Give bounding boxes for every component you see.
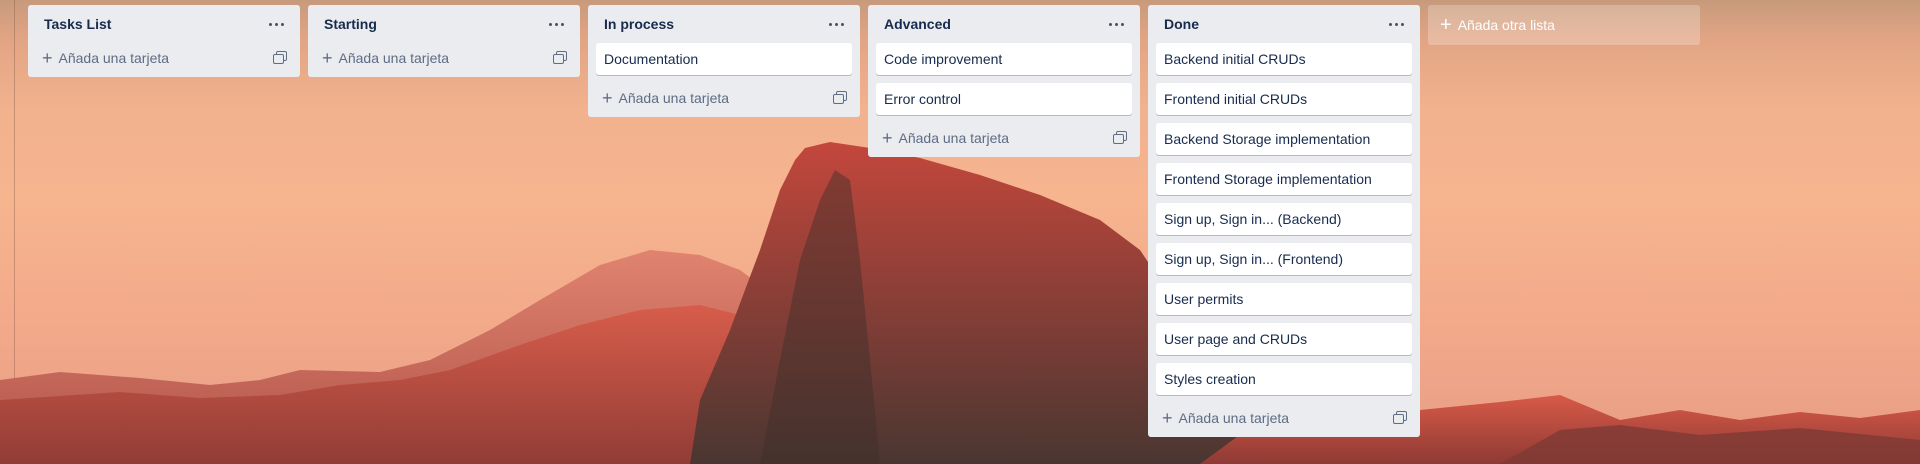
list-header: Advanced xyxy=(876,5,1132,43)
add-list-label: Añada otra lista xyxy=(1457,17,1555,33)
card[interactable]: User page and CRUDs xyxy=(1156,323,1412,355)
add-card-label: Añada una tarjeta xyxy=(618,90,730,106)
add-card-composer: + Añada una tarjeta xyxy=(1156,403,1412,433)
plus-icon: + xyxy=(42,48,53,68)
ellipsis-icon[interactable] xyxy=(824,12,848,36)
list-header: Starting xyxy=(316,5,572,43)
plus-icon: + xyxy=(1162,408,1173,428)
list-title[interactable]: Starting xyxy=(324,16,377,32)
card[interactable]: Backend Storage implementation xyxy=(1156,123,1412,155)
card-template-icon[interactable] xyxy=(1112,130,1128,146)
ellipsis-icon[interactable] xyxy=(264,12,288,36)
list-in-process: In process Documentation + Añada una tar… xyxy=(588,5,860,117)
card[interactable]: Frontend initial CRUDs xyxy=(1156,83,1412,115)
ellipsis-icon[interactable] xyxy=(544,12,568,36)
add-card-composer: + Añada una tarjeta xyxy=(316,43,572,73)
card-template-icon[interactable] xyxy=(832,90,848,106)
ellipsis-icon[interactable] xyxy=(1384,12,1408,36)
list-title[interactable]: In process xyxy=(604,16,674,32)
card[interactable]: Backend initial CRUDs xyxy=(1156,43,1412,75)
card[interactable]: Sign up, Sign in... (Backend) xyxy=(1156,203,1412,235)
add-card-label: Añada una tarjeta xyxy=(1178,410,1290,426)
card[interactable]: Error control xyxy=(876,83,1132,115)
list-tasks-list: Tasks List + Añada una tarjeta xyxy=(28,5,300,77)
add-card-composer: + Añada una tarjeta xyxy=(876,123,1132,153)
add-card-composer: + Añada una tarjeta xyxy=(36,43,292,73)
list-starting: Starting + Añada una tarjeta xyxy=(308,5,580,77)
add-card-button[interactable]: + Añada una tarjeta xyxy=(882,128,1010,148)
add-card-button[interactable]: + Añada una tarjeta xyxy=(602,88,730,108)
add-list-button[interactable]: + Añada otra lista xyxy=(1428,5,1700,45)
card[interactable]: Code improvement xyxy=(876,43,1132,75)
ellipsis-icon[interactable] xyxy=(1104,12,1128,36)
add-card-button[interactable]: + Añada una tarjeta xyxy=(42,48,170,68)
list-header: Done xyxy=(1156,5,1412,43)
card[interactable]: Documentation xyxy=(596,43,852,75)
add-card-button[interactable]: + Añada una tarjeta xyxy=(322,48,450,68)
list-title[interactable]: Advanced xyxy=(884,16,951,32)
card-template-icon[interactable] xyxy=(1392,410,1408,426)
add-card-label: Añada una tarjeta xyxy=(338,50,450,66)
plus-icon: + xyxy=(322,48,333,68)
card[interactable]: Styles creation xyxy=(1156,363,1412,395)
list-title[interactable]: Tasks List xyxy=(44,16,111,32)
plus-icon: + xyxy=(602,88,613,108)
plus-icon: + xyxy=(1440,14,1452,36)
list-title[interactable]: Done xyxy=(1164,16,1199,32)
list-done: Done Backend initial CRUDs Frontend init… xyxy=(1148,5,1420,437)
add-card-label: Añada una tarjeta xyxy=(898,130,1010,146)
add-card-label: Añada una tarjeta xyxy=(58,50,170,66)
list-header: Tasks List xyxy=(36,5,292,43)
card-template-icon[interactable] xyxy=(552,50,568,66)
add-card-button[interactable]: + Añada una tarjeta xyxy=(1162,408,1290,428)
card-list: Documentation xyxy=(596,43,852,75)
card-list: Code improvement Error control xyxy=(876,43,1132,115)
card[interactable]: Frontend Storage implementation xyxy=(1156,163,1412,195)
card-list: Backend initial CRUDs Frontend initial C… xyxy=(1156,43,1412,395)
list-header: In process xyxy=(596,5,852,43)
card[interactable]: Sign up, Sign in... (Frontend) xyxy=(1156,243,1412,275)
card-template-icon[interactable] xyxy=(272,50,288,66)
list-advanced: Advanced Code improvement Error control … xyxy=(868,5,1140,157)
card[interactable]: User permits xyxy=(1156,283,1412,315)
add-card-composer: + Añada una tarjeta xyxy=(596,83,852,113)
board: Tasks List + Añada una tarjeta Starting … xyxy=(28,5,1700,437)
plus-icon: + xyxy=(882,128,893,148)
